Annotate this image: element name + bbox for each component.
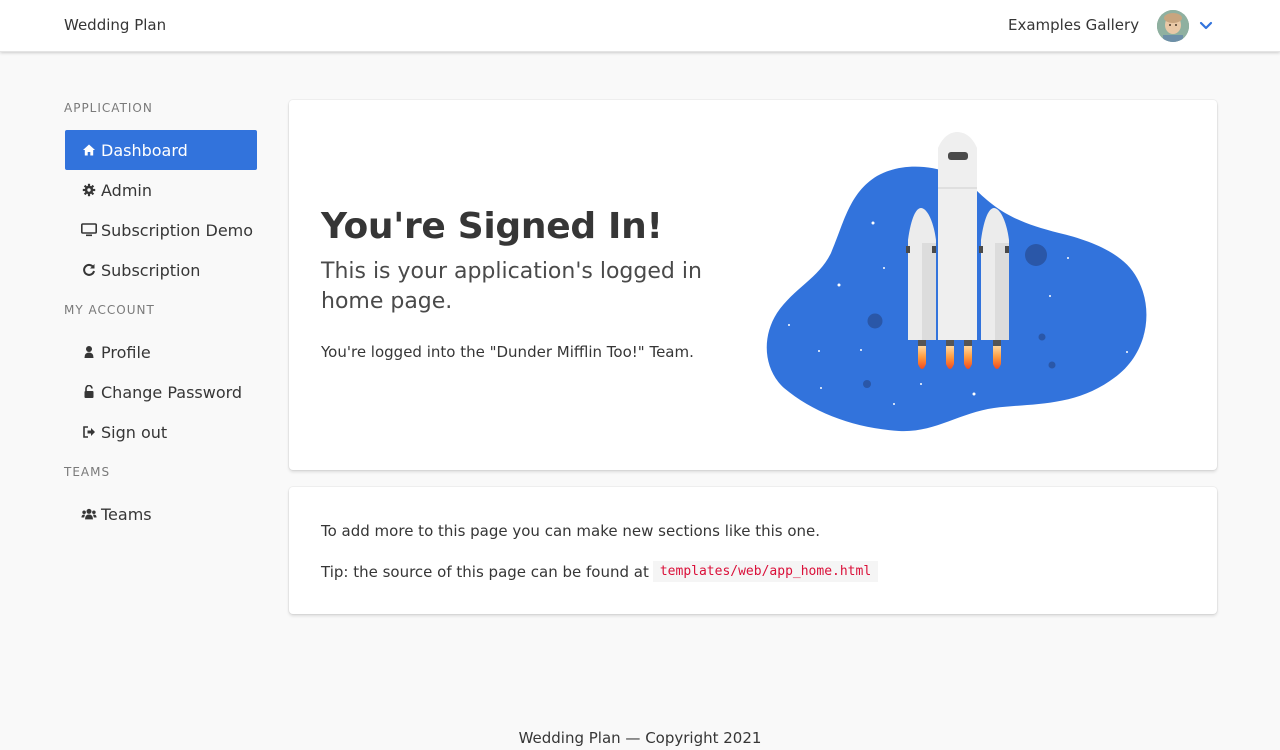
desktop-icon	[81, 222, 97, 238]
team-info-text: You're logged into the "Dunder Mifflin T…	[321, 343, 694, 361]
sidebar-item-label: Profile	[101, 342, 151, 362]
signed-in-card: You're Signed In! This is your applicati…	[289, 100, 1217, 470]
sidebar-item-label: Dashboard	[101, 140, 188, 160]
template-path-code: templates/web/app_home.html	[652, 561, 879, 582]
tip-text: Tip: the source of this page can be foun…	[321, 561, 879, 582]
sidebar-item-label: Teams	[101, 504, 152, 524]
sidebar-item-subscription[interactable]: Subscription	[65, 250, 257, 290]
tip-prefix: Tip: the source of this page can be foun…	[321, 562, 649, 581]
menu-label-teams: TEAMS	[64, 465, 111, 479]
examples-gallery-link[interactable]: Examples Gallery	[1008, 16, 1139, 34]
page-subtitle: This is your application's logged in hom…	[321, 259, 702, 314]
info-card: To add more to this page you can make ne…	[289, 487, 1217, 614]
page-title: You're Signed In!	[321, 206, 663, 247]
top-navbar: Wedding Plan Examples Gallery	[0, 0, 1280, 52]
rocket-launch-illustration	[766, 132, 1154, 432]
menu-label-my-account: MY ACCOUNT	[64, 303, 155, 317]
sidebar-item-admin[interactable]: Admin	[65, 170, 257, 210]
sidebar-item-label: Admin	[101, 180, 152, 200]
footer: Wedding Plan — Copyright 2021	[0, 729, 1280, 747]
sidebar-item-change-password[interactable]: Change Password	[65, 372, 257, 412]
sidebar-item-dashboard[interactable]: Dashboard	[65, 130, 257, 170]
brand-link[interactable]: Wedding Plan	[64, 16, 166, 34]
refresh-icon	[81, 262, 97, 278]
sidebar-item-label: Subscription	[101, 260, 201, 280]
sidebar-item-label: Subscription Demo	[101, 220, 254, 240]
user-icon	[81, 344, 97, 360]
sidebar-item-profile[interactable]: Profile	[65, 332, 257, 372]
unlock-icon	[81, 384, 97, 400]
sign-out-icon	[81, 424, 97, 440]
sidebar-item-subscription-demo[interactable]: Subscription Demo	[65, 210, 257, 250]
users-icon	[81, 506, 97, 522]
sidebar-item-label: Change Password	[101, 382, 243, 402]
sidebar-item-sign-out[interactable]: Sign out	[65, 412, 257, 452]
footer-copyright: Wedding Plan — Copyright 2021	[518, 729, 762, 747]
chevron-down-icon[interactable]	[1199, 18, 1213, 32]
sidebar-item-teams[interactable]: Teams	[65, 494, 257, 534]
gear-icon	[81, 182, 97, 198]
user-avatar[interactable]	[1157, 10, 1189, 42]
sidebar-item-label: Sign out	[101, 422, 168, 442]
menu-label-application: APPLICATION	[64, 101, 153, 115]
info-text: To add more to this page you can make ne…	[321, 522, 821, 540]
home-icon	[81, 142, 97, 158]
